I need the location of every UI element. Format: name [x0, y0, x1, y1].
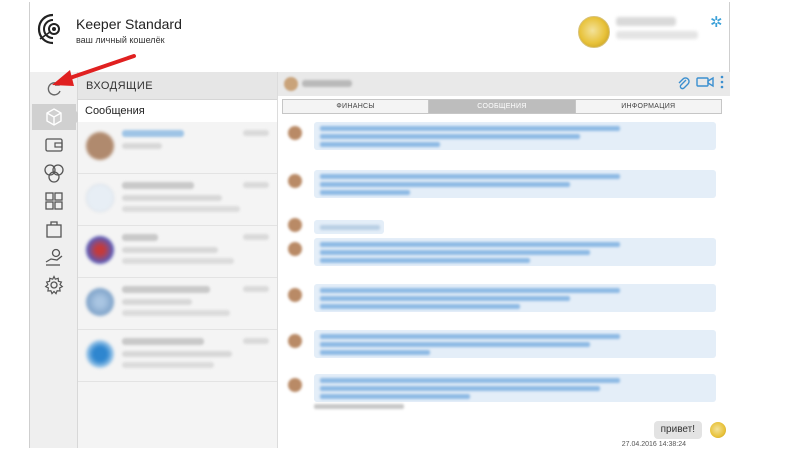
- conversation-item[interactable]: [78, 122, 277, 174]
- chat-tabs: ФИНАНСЫ СООБЩЕНИЯ ИНФОРМАЦИЯ: [282, 99, 722, 114]
- message-bubble-blurred: [314, 284, 716, 312]
- message-time-blurred: [243, 338, 269, 344]
- contact-avatar: [86, 132, 114, 160]
- message-time-blurred: [243, 286, 269, 292]
- chat-pane: ФИНАНСЫ СООБЩЕНИЯ ИНФОРМАЦИЯ привет! 27.…: [278, 72, 730, 448]
- chat-header: [278, 72, 730, 96]
- conversation-item[interactable]: [78, 330, 277, 382]
- message-preview-blurred: [122, 247, 218, 253]
- message-time-blurred: [243, 130, 269, 136]
- conversation-item[interactable]: [78, 226, 277, 278]
- incoming-message: [288, 170, 720, 206]
- message-preview-blurred: [122, 258, 234, 264]
- message-preview-blurred: [122, 362, 214, 368]
- contact-avatar: [86, 340, 114, 368]
- sidebar-item-payments[interactable]: [40, 244, 68, 270]
- sender-avatar: [288, 126, 302, 140]
- message-time-blurred: [243, 234, 269, 240]
- sidebar-item-services[interactable]: [40, 188, 68, 214]
- keeper-logo-icon: [37, 13, 60, 45]
- message-preview-blurred: [122, 206, 240, 212]
- coins-icon: [44, 164, 64, 183]
- more-menu-icon[interactable]: [720, 75, 724, 94]
- contact-avatar: [86, 184, 114, 212]
- sender-avatar: [288, 334, 302, 348]
- annotation-arrow-icon: [52, 54, 136, 86]
- incoming-message: [288, 238, 720, 274]
- hand-payment-icon: [45, 248, 63, 266]
- message-date-blurred: [314, 404, 404, 409]
- paperclip-icon[interactable]: [676, 75, 690, 94]
- message-bubble-blurred: [314, 330, 716, 358]
- sender-avatar: [288, 218, 302, 232]
- wallet-icon: [45, 138, 63, 152]
- sidebar-item-shop[interactable]: [40, 216, 68, 242]
- message-preview-blurred: [122, 310, 230, 316]
- message-preview-blurred: [122, 351, 232, 357]
- sidebar-item-settings[interactable]: [40, 272, 68, 298]
- sender-avatar: [288, 288, 302, 302]
- tab-messages[interactable]: СООБЩЕНИЯ: [429, 100, 576, 113]
- contact-name-blurred: [122, 130, 184, 137]
- tab-finance[interactable]: ФИНАНСЫ: [283, 100, 430, 113]
- chat-contact-avatar: [284, 77, 298, 91]
- contact-name-blurred: [122, 182, 194, 189]
- inbox-subheader: Сообщения: [78, 100, 277, 122]
- chat-contact-name-blurred: [302, 80, 352, 87]
- contact-name-blurred: [122, 234, 158, 241]
- chat-actions: [676, 75, 724, 94]
- inbox-pane: ВХОДЯЩИЕ Сообщения: [78, 72, 278, 448]
- message-preview-blurred: [122, 299, 192, 305]
- message-preview-blurred: [122, 143, 162, 149]
- sender-avatar: [288, 242, 302, 256]
- incoming-message: [288, 374, 720, 414]
- contact-name-blurred: [122, 338, 204, 345]
- message-preview-blurred: [122, 195, 222, 201]
- contact-avatar: [86, 288, 114, 316]
- apps-grid-icon: [45, 192, 63, 210]
- sidebar-item-wallet[interactable]: [40, 132, 68, 158]
- message-time-blurred: [243, 182, 269, 188]
- user-balance-blurred: [616, 31, 698, 39]
- cube-icon: [46, 108, 62, 126]
- tab-info[interactable]: ИНФОРМАЦИЯ: [575, 100, 721, 113]
- incoming-message: [288, 284, 720, 320]
- conversation-item[interactable]: [78, 278, 277, 330]
- sidebar-iconbar: [30, 72, 82, 448]
- outgoing-message-bubble: привет!: [653, 421, 702, 439]
- conversation-item[interactable]: [78, 174, 277, 226]
- incoming-message: [288, 122, 720, 158]
- user-avatar[interactable]: [578, 16, 610, 48]
- own-avatar: [710, 422, 726, 438]
- message-bubble-blurred: [314, 122, 716, 150]
- sender-avatar: [288, 378, 302, 392]
- shopping-bag-icon: [46, 221, 62, 238]
- sender-avatar: [288, 174, 302, 188]
- sidebar-item-exchange[interactable]: [40, 160, 68, 186]
- outgoing-message-time: 27.04.2016 14:38:24: [621, 441, 686, 448]
- settings-gear-icon[interactable]: ✲: [710, 15, 724, 30]
- message-bubble-blurred: [314, 170, 716, 198]
- gear-icon: [44, 275, 64, 295]
- incoming-message: [288, 330, 720, 366]
- contact-name-blurred: [122, 286, 210, 293]
- message-bubble-blurred: [314, 374, 716, 402]
- sidebar-item-messages[interactable]: [32, 104, 82, 130]
- message-bubble-blurred: [314, 220, 384, 234]
- video-camera-icon[interactable]: [696, 75, 714, 94]
- message-bubble-blurred: [314, 238, 716, 266]
- incoming-message: [288, 214, 720, 234]
- app-subtitle: ваш личный кошелёк: [76, 35, 165, 45]
- user-name-blurred: [616, 17, 676, 26]
- app-title: Keeper Standard: [76, 16, 182, 32]
- contact-avatar: [86, 236, 114, 264]
